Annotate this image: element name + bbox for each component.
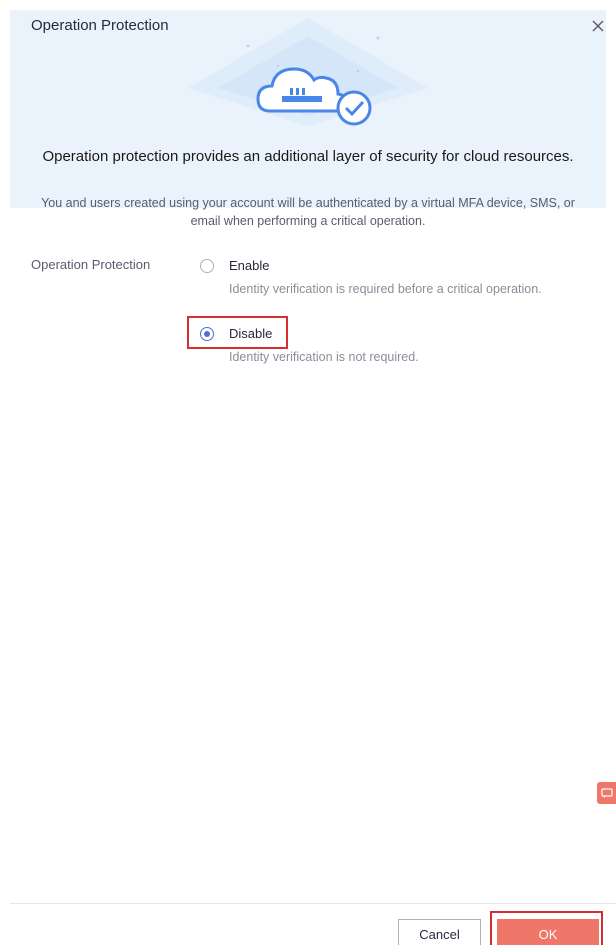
radio-enable-label: Enable	[229, 258, 270, 273]
cloud-shield-icon	[188, 18, 428, 126]
cancel-button[interactable]: Cancel	[398, 919, 481, 945]
radio-enable-circle[interactable]	[200, 258, 214, 273]
radio-disable-hint: Identity verification is not required.	[229, 350, 419, 364]
operation-protection-label: Operation Protection	[31, 257, 151, 272]
hero-description: You and users created using your account…	[41, 196, 575, 228]
close-icon[interactable]	[589, 17, 607, 35]
ok-highlight-box	[490, 911, 603, 945]
radio-enable-hint: Identity verification is required before…	[229, 282, 542, 296]
feedback-icon[interactable]	[597, 782, 616, 804]
disable-highlight-box	[187, 316, 288, 349]
hero-title: Operation protection provides an additio…	[42, 148, 574, 165]
radio-enable[interactable]: Enable	[200, 258, 269, 273]
footer-divider	[10, 903, 616, 904]
operation-protection-dialog: Operation Protection Operation protectio…	[0, 0, 616, 945]
dialog-title: Operation Protection	[31, 17, 169, 34]
